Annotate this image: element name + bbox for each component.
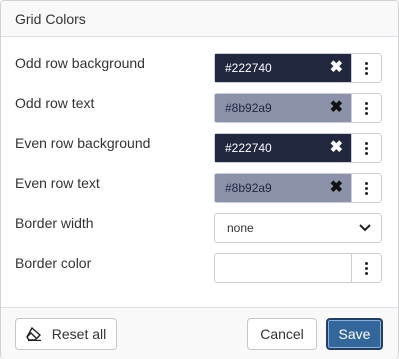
odd-row-text-row: Odd row text #8b92a9 ✖ xyxy=(1,93,398,123)
kebab-menu-icon xyxy=(365,101,368,115)
color-value: #8b92a9 xyxy=(225,101,272,115)
border-color-label: Border color xyxy=(15,255,92,271)
dialog-footer: Reset all Cancel Save xyxy=(1,307,398,359)
odd-row-text-picker: #8b92a9 ✖ xyxy=(214,93,382,123)
odd-row-background-label: Odd row background xyxy=(15,55,145,71)
even-row-text-picker: #8b92a9 ✖ xyxy=(214,173,382,203)
odd-row-background-picker: #222740 ✖ xyxy=(214,53,382,83)
border-width-value: none xyxy=(227,221,254,235)
grid-colors-dialog: Grid Colors Odd row background #222740 ✖… xyxy=(0,0,399,359)
kebab-menu-icon xyxy=(365,181,368,195)
even-row-background-label: Even row background xyxy=(15,135,151,151)
color-value: #8b92a9 xyxy=(225,181,272,195)
close-icon[interactable]: ✖ xyxy=(330,180,343,196)
reset-all-button[interactable]: Reset all xyxy=(15,318,117,350)
border-color-picker xyxy=(214,253,382,283)
odd-row-background-row: Odd row background #222740 ✖ xyxy=(1,53,398,83)
save-button[interactable]: Save xyxy=(326,318,383,350)
even-row-background-picker: #222740 ✖ xyxy=(214,133,382,163)
odd-row-text-menu-button[interactable] xyxy=(351,94,381,122)
reset-all-label: Reset all xyxy=(51,326,107,342)
odd-row-text-label: Odd row text xyxy=(15,95,95,111)
even-row-background-swatch[interactable]: #222740 ✖ xyxy=(215,134,351,162)
eraser-icon xyxy=(25,327,41,341)
even-row-text-menu-button[interactable] xyxy=(351,174,381,202)
color-value: #222740 xyxy=(225,141,272,155)
even-row-text-swatch[interactable]: #8b92a9 ✖ xyxy=(215,174,351,202)
cancel-button[interactable]: Cancel xyxy=(247,318,317,350)
odd-row-background-menu-button[interactable] xyxy=(351,54,381,82)
close-icon[interactable]: ✖ xyxy=(330,60,343,76)
border-color-row: Border color xyxy=(1,253,398,283)
dialog-header: Grid Colors xyxy=(1,1,398,37)
color-value: #222740 xyxy=(225,61,272,75)
kebab-menu-icon xyxy=(365,261,368,275)
border-width-select[interactable]: none xyxy=(214,213,382,243)
odd-row-text-swatch[interactable]: #8b92a9 ✖ xyxy=(215,94,351,122)
kebab-menu-icon xyxy=(365,141,368,155)
even-row-text-row: Even row text #8b92a9 ✖ xyxy=(1,173,398,203)
even-row-text-label: Even row text xyxy=(15,175,100,191)
odd-row-background-swatch[interactable]: #222740 ✖ xyxy=(215,54,351,82)
border-color-menu-button[interactable] xyxy=(351,254,381,282)
border-width-label: Border width xyxy=(15,215,94,231)
even-row-background-menu-button[interactable] xyxy=(351,134,381,162)
dialog-title: Grid Colors xyxy=(15,10,86,27)
close-icon[interactable]: ✖ xyxy=(330,140,343,156)
even-row-background-row: Even row background #222740 ✖ xyxy=(1,133,398,163)
border-color-swatch[interactable] xyxy=(215,254,351,282)
close-icon[interactable]: ✖ xyxy=(330,100,343,116)
kebab-menu-icon xyxy=(365,61,368,75)
chevron-down-icon xyxy=(359,224,371,232)
border-width-row: Border width none xyxy=(1,213,398,243)
